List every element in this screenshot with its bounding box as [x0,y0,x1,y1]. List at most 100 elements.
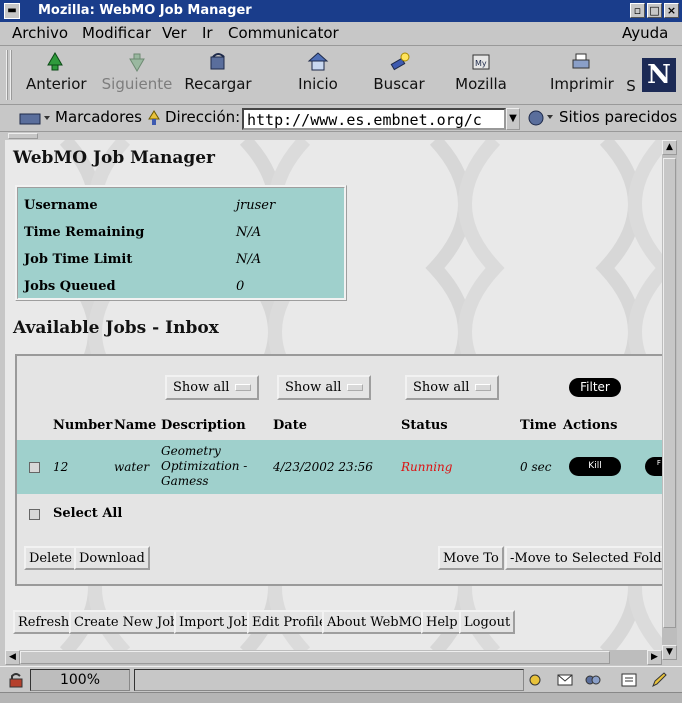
minimize-button[interactable]: ▫ [630,3,645,18]
move-to-button[interactable]: Move To [438,546,504,570]
home-button[interactable]: Inicio [296,51,340,93]
back-button[interactable]: Anterior [26,51,87,93]
forward-arrow-icon [129,53,145,72]
job-name[interactable]: water [114,460,149,474]
bookmarks-menu[interactable]: Marcadores [55,108,142,126]
delete-button[interactable]: Delete [24,546,77,570]
folder-select[interactable]: -Move to Selected Folder- [505,546,662,570]
mail-component-icon[interactable] [556,671,574,689]
info-value: 0 [236,279,245,294]
about-webmo-button[interactable]: About WebMO [322,610,428,634]
mozilla-button[interactable]: My Mozilla [453,51,509,93]
info-key: Time Remaining [24,225,145,240]
window-menu-icon[interactable]: ▬ [4,3,20,19]
scroll-left-icon[interactable]: ◀ [5,650,20,665]
kill-job-button[interactable]: Kill [569,457,621,476]
refresh-button[interactable]: Refresh [13,610,75,634]
my-netscape-icon: My [472,54,490,70]
vertical-scroll-thumb[interactable] [663,158,676,628]
horizontal-scrollbar[interactable]: ◀ ▶ [5,650,662,665]
close-button[interactable]: × [664,3,679,18]
status-bar: 100% [0,666,682,692]
scroll-up-icon[interactable]: ▲ [662,140,677,155]
svg-text:My: My [475,59,487,68]
filter-label: Show all [285,380,342,395]
search-button[interactable]: Buscar [372,51,426,93]
netscape-logo[interactable]: N [642,58,676,92]
composer-component-icon[interactable] [620,671,638,689]
pen-component-icon[interactable] [650,671,668,689]
zoom-level[interactable]: 100% [30,669,130,691]
search-flashlight-icon [390,52,410,71]
column-header-actions: Actions [563,418,618,433]
download-button[interactable]: Download [74,546,150,570]
menu-modificar[interactable]: Modificar [82,24,151,42]
navigator-component-icon[interactable] [526,671,544,689]
job-row: 12 water Geometry Optimization - Gamess … [17,440,662,494]
column-header-status: Status [401,418,448,433]
dropdown-indicator-icon [235,384,252,391]
job-time: 0 sec [520,460,552,474]
title-bar: ▬ Mozilla: WebMO Job Manager ▫ □ × [0,0,682,22]
menu-archivo[interactable]: Archivo [12,24,68,42]
edit-profile-button[interactable]: Edit Profile [247,610,332,634]
column-header-time: Time [520,418,557,433]
security-lock-icon[interactable] [8,672,24,688]
page-content: WebMO Job Manager Username jruser Time R… [5,140,662,650]
jobs-section-title: Available Jobs - Inbox [13,318,219,338]
select-all-checkbox[interactable] [29,509,40,520]
menu-ayuda[interactable]: Ayuda [622,24,668,42]
vertical-scrollbar[interactable]: ▲ ▼ [662,140,677,660]
help-button[interactable]: Help [421,610,463,634]
back-arrow-icon [47,52,63,71]
maximize-button[interactable]: □ [647,3,662,18]
status-message [134,669,524,691]
menu-ver[interactable]: Ver [162,24,187,42]
newsgroups-component-icon[interactable] [584,671,602,689]
print-button[interactable]: Imprimir [550,51,614,93]
search-label: Buscar [373,75,425,93]
location-icon [148,110,160,125]
filter-button[interactable]: Filter [569,378,621,397]
navigation-toolbar: Anterior Siguiente Recargar Inicio Busca… [0,47,682,105]
import-job-button[interactable]: Import Job [174,610,255,634]
related-sites-button[interactable]: Sitios parecidos [559,108,677,126]
select-all-label[interactable]: Select All [53,506,122,521]
stop-button[interactable]: S [624,77,638,95]
url-dropdown-icon[interactable]: ▼ [506,108,520,130]
job-status: Running [401,460,453,474]
name-filter-select[interactable]: Show all [165,375,260,400]
job-checkbox[interactable] [29,462,40,473]
description-filter-select[interactable]: Show all [277,375,372,400]
create-new-job-button[interactable]: Create New Job [69,610,184,634]
info-value: N/A [236,252,262,267]
scroll-right-icon[interactable]: ▶ [647,650,662,665]
back-label: Anterior [26,75,87,93]
forward-button[interactable]: Siguiente [100,51,174,93]
menu-communicator[interactable]: Communicator [228,24,339,42]
info-key: Username [24,198,98,213]
jobs-panel: Show all Show all Show all Filter Number… [15,354,662,586]
horizontal-scroll-thumb[interactable] [20,651,610,664]
status-filter-select[interactable]: Show all [405,375,500,400]
url-field[interactable]: http://www.es.embnet.org/c [242,108,506,130]
print-label: Imprimir [550,75,614,93]
address-label: Dirección: [165,108,241,126]
job-description: Geometry Optimization - Gamess [161,444,248,488]
dropdown-indicator-icon [347,384,364,391]
stop-label: S [626,77,636,95]
scroll-down-icon[interactable]: ▼ [662,645,677,660]
personal-toolbar-grip[interactable] [8,133,38,139]
info-value: N/A [236,225,262,240]
reload-button[interactable]: Recargar [183,51,253,93]
menu-bar: Archivo Modificar Ver Ir Communicator Ay… [0,22,682,46]
printer-icon [572,53,590,69]
column-header-number: Number [53,418,113,433]
logout-button[interactable]: Logout [459,610,516,634]
toolbar-grip[interactable] [6,50,12,100]
menu-ir[interactable]: Ir [202,24,213,42]
reload-icon [210,53,225,70]
column-header-date: Date [273,418,307,433]
job-second-action-button[interactable]: F Ou [645,457,662,476]
filter-label: Show all [413,380,470,395]
